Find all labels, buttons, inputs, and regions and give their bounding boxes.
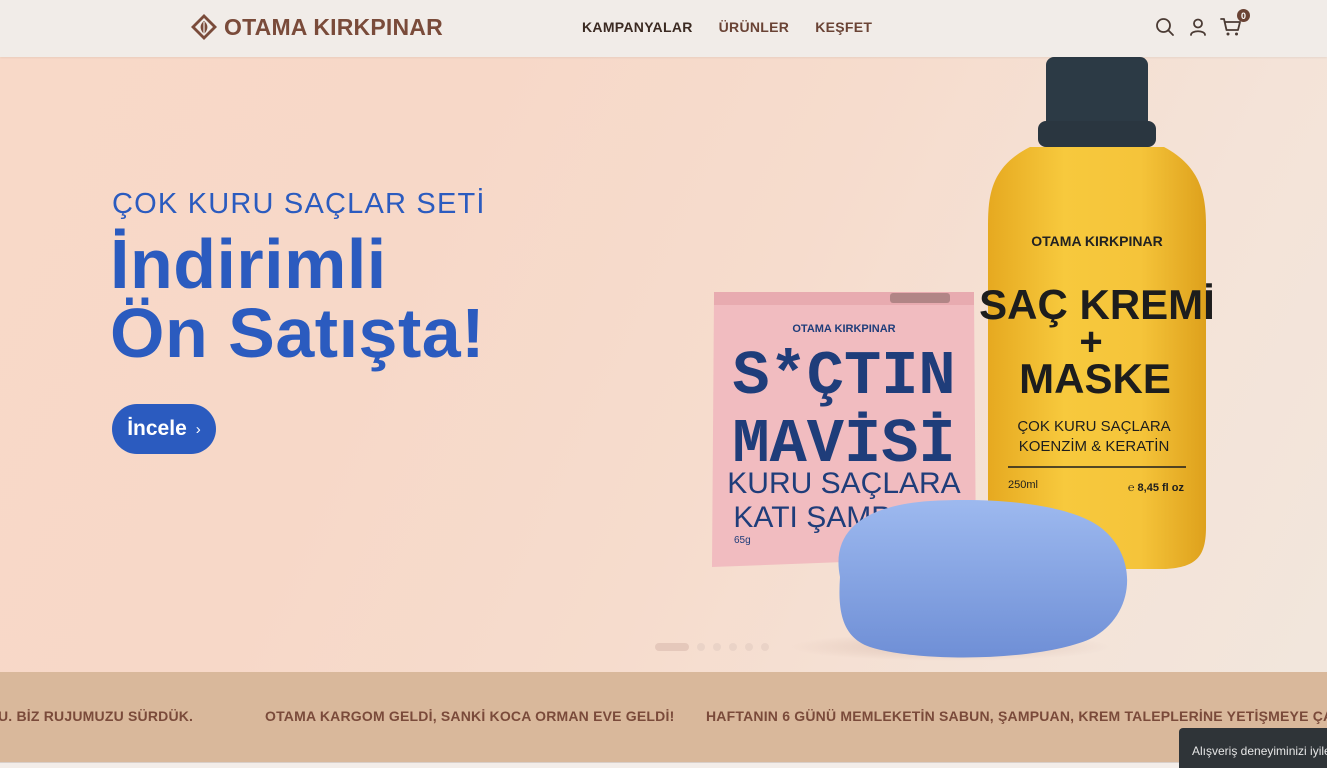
cart-button[interactable]: 0 [1219, 9, 1250, 40]
box-line3: KURU SAÇLARA [727, 467, 960, 500]
hero-banner: ÇOK KURU SAÇLAR SETİ İndirimli Ön Satışt… [0, 57, 1327, 672]
account-button[interactable] [1186, 14, 1209, 40]
nav-campaigns[interactable]: KAMPANYALAR [582, 19, 693, 35]
bottle-line4: KOENZİM & KERATİN [1019, 437, 1170, 455]
chevron-right-icon: › [195, 421, 201, 438]
box-weight: 65g [734, 535, 751, 546]
nav-products[interactable]: ÜRÜNLER [719, 19, 790, 35]
search-icon [1155, 18, 1174, 36]
marquee-item: U. BİZ RUJUMUZU SÜRDÜK. [0, 708, 194, 724]
announcement-marquee: U. BİZ RUJUMUZU SÜRDÜK. OTAMA KARGOM GEL… [0, 672, 1327, 762]
hero-cta-button[interactable]: İncele › [112, 404, 216, 454]
slider-dots [655, 643, 769, 651]
nav-discover[interactable]: KEŞFET [815, 19, 872, 35]
hero-title-line2: Ön Satışta! [110, 294, 486, 372]
product-image: OTAMA KIRKPINAR SAÇ KREMİ + MASKE ÇOK KU… [712, 57, 1215, 661]
marquee-item: OTAMA KARGOM GELDİ, SANKİ KOCA ORMAN EVE… [265, 708, 675, 724]
user-icon [1189, 18, 1206, 36]
hero-title-line1: İndirimli [110, 225, 387, 303]
site-header: OTAMA KIRKPINAR KAMPANYALAR ÜRÜNLER KEŞF… [0, 0, 1327, 57]
box-line1: S*ÇTIN [732, 341, 955, 412]
page-bottom [0, 762, 1327, 768]
brand-name: OTAMA KIRKPINAR [224, 13, 443, 40]
box-brand: OTAMA KIRKPINAR [792, 323, 895, 335]
bottle-brand: OTAMA KIRKPINAR [1031, 233, 1162, 249]
slider-dot[interactable] [697, 643, 705, 651]
bottle-line3: ÇOK KURU SAÇLARA [1017, 418, 1170, 435]
bottle-volume-oz: ℮ 8,45 fl oz [1128, 482, 1185, 494]
slider-dot[interactable] [745, 643, 753, 651]
bottle-line2: MASKE [1019, 355, 1171, 402]
hero-eyebrow: ÇOK KURU SAÇLAR SETİ [112, 188, 486, 220]
slider-dot[interactable] [713, 643, 721, 651]
bottle-cap [1046, 57, 1148, 129]
cookie-notice[interactable]: Alışveriş deneyiminizi iyile [1179, 728, 1327, 768]
brand-logo[interactable]: OTAMA KIRKPINAR [190, 13, 443, 41]
bottle-volume: 250ml [1008, 479, 1038, 491]
slider-dot[interactable] [729, 643, 737, 651]
hero-title: İndirimli Ön Satışta! [110, 225, 486, 372]
header-actions: 0 [1153, 9, 1250, 40]
soap-bar [838, 500, 1128, 658]
search-button[interactable] [1153, 14, 1176, 40]
slider-dot[interactable] [655, 643, 689, 651]
cart-count-badge: 0 [1237, 9, 1250, 22]
hero-cta-label: İncele [127, 417, 187, 440]
marquee-item: HAFTANIN 6 GÜNÜ MEMLEKETİN SABUN, ŞAMPUA… [706, 708, 1327, 724]
slider-dot[interactable] [761, 643, 769, 651]
logo-icon [191, 14, 217, 40]
main-nav: KAMPANYALAR ÜRÜNLER KEŞFET [582, 19, 872, 35]
cookie-notice-text: Alışveriş deneyiminizi iyile [1192, 744, 1327, 758]
